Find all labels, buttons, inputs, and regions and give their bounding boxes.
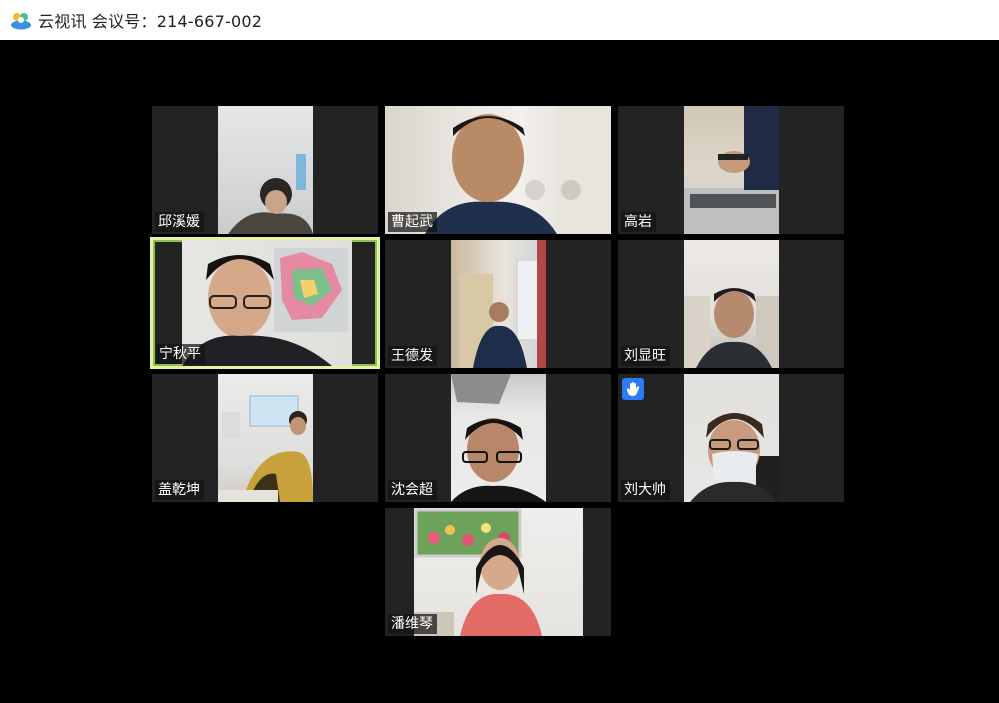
participant-tile[interactable]: 曹起武 [385,106,611,234]
participant-video [218,374,313,502]
participant-name: 刘显旺 [621,346,670,366]
participant-tile[interactable]: 沈会超 [385,374,611,502]
participant-name: 盖乾坤 [155,480,204,500]
participant-tile[interactable]: 刘大帅 [618,374,844,502]
participant-name: 曹起武 [388,212,437,232]
participant-video [451,374,546,502]
participant-tile[interactable]: 盖乾坤 [152,374,378,502]
participant-video [451,240,546,368]
participant-video [182,240,352,366]
participant-name: 宁秋平 [156,344,205,364]
meeting-label: 会议号： [91,12,157,31]
video-gallery: 邱溪媛 曹起武 高岩 宁秋平 王德发 刘显旺 盖乾坤 沈会超 刘大帅 潘维琴 [0,40,999,703]
participant-tile[interactable]: 王德发 [385,240,611,368]
meeting-id: 214-667-002 [156,12,263,31]
app-name: 云视讯 [38,12,87,31]
participant-name: 沈会超 [388,480,437,500]
participant-video [218,106,313,234]
window-titlebar: 云视讯 会议号：214-667-002 [0,0,999,40]
participant-name: 刘大帅 [621,480,670,500]
participant-name: 高岩 [621,212,656,232]
participant-tile[interactable]: 刘显旺 [618,240,844,368]
participant-name: 邱溪媛 [155,212,204,232]
cloud-video-logo-icon [10,9,32,31]
raise-hand-icon [622,378,644,400]
participant-tile[interactable]: 高岩 [618,106,844,234]
participant-video [684,106,779,234]
participant-tile[interactable]: 邱溪媛 [152,106,378,234]
participant-video [684,374,779,502]
participant-name: 王德发 [388,346,437,366]
participant-video [414,508,583,636]
participant-name: 潘维琴 [388,614,437,634]
window-title: 云视讯 会议号：214-667-002 [38,8,262,32]
participant-tile[interactable]: 潘维琴 [385,508,611,636]
participant-video [684,240,779,368]
participant-tile-active-speaker[interactable]: 宁秋平 [150,237,380,369]
